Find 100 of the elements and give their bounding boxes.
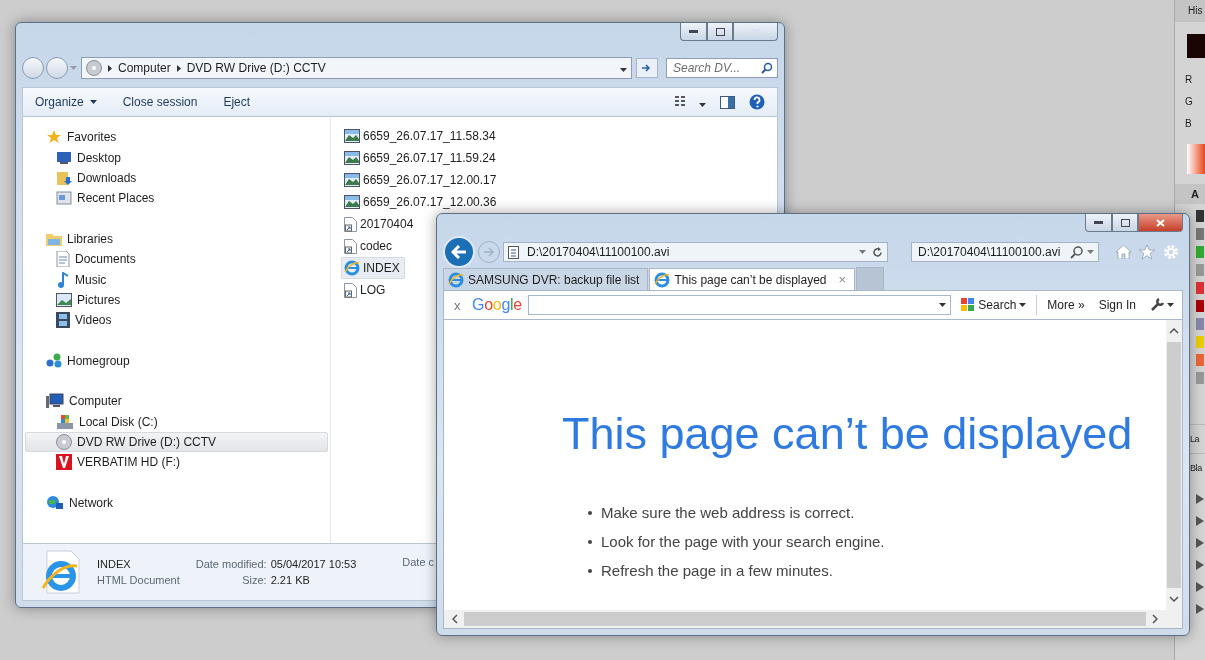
caret-icon bbox=[1019, 303, 1027, 307]
nav-group[interactable]: Network bbox=[25, 492, 328, 514]
toolbar-button[interactable]: Eject bbox=[223, 93, 251, 111]
drive-logo-icon bbox=[56, 454, 72, 471]
organize-menu[interactable]: Organize bbox=[35, 93, 97, 111]
expand-icon[interactable] bbox=[1196, 560, 1204, 570]
document-icon bbox=[56, 251, 70, 268]
file-item[interactable]: LOG bbox=[341, 279, 391, 301]
expand-icon[interactable] bbox=[1196, 516, 1204, 526]
forward-arrow-icon bbox=[483, 247, 495, 257]
nav-item[interactable]: Desktop bbox=[25, 147, 328, 168]
file-type: HTML Document bbox=[97, 574, 180, 586]
detail-label: Size: bbox=[241, 574, 267, 586]
search-field[interactable]: D:\20170404\11100100.avi bbox=[911, 242, 1099, 262]
bullet-text: Refresh the page in a few minutes. bbox=[601, 562, 833, 579]
caret-icon bbox=[859, 250, 866, 254]
more-button[interactable]: More » bbox=[1043, 298, 1089, 312]
image-file-icon bbox=[344, 129, 360, 143]
panel-header: A bbox=[1175, 184, 1205, 204]
search-input[interactable]: Search DV... bbox=[671, 60, 761, 76]
home-button[interactable] bbox=[1116, 244, 1131, 260]
file-item[interactable]: 6659_26.07.17_12.00.36 bbox=[341, 191, 502, 213]
forward-button[interactable] bbox=[46, 57, 68, 79]
refresh-icon bbox=[872, 246, 883, 258]
vertical-scrollbar[interactable] bbox=[1166, 320, 1182, 610]
shortcut-file-icon bbox=[344, 282, 357, 298]
close-toolbar-button[interactable]: x bbox=[448, 296, 466, 314]
google-logo: Google bbox=[472, 296, 522, 314]
new-tab-button[interactable] bbox=[856, 267, 885, 290]
nav-item[interactable]: Pictures bbox=[25, 289, 328, 311]
file-item[interactable]: 6659_26.07.17_11.59.24 bbox=[341, 147, 501, 169]
maximize-button[interactable] bbox=[707, 23, 733, 41]
settings-icon bbox=[1163, 244, 1179, 260]
minimize-button[interactable] bbox=[1085, 214, 1112, 232]
help-button[interactable] bbox=[749, 94, 765, 110]
nav-item[interactable]: Recent Places bbox=[25, 188, 328, 209]
nav-group[interactable]: Favorites bbox=[25, 127, 328, 148]
address-bar[interactable]: Computer DVD RW Drive (D:) CCTV bbox=[81, 57, 632, 79]
refresh-button[interactable] bbox=[636, 58, 658, 78]
sign-in-button[interactable]: Sign In bbox=[1094, 298, 1140, 312]
search-field[interactable]: Search DV... bbox=[666, 58, 778, 78]
expand-icon[interactable] bbox=[1196, 494, 1204, 504]
file-item[interactable]: codec bbox=[341, 235, 398, 257]
arrow-icon bbox=[176, 64, 181, 72]
maximize-button[interactable] bbox=[1112, 214, 1138, 232]
shortcut-file-icon bbox=[344, 238, 357, 254]
horizontal-scrollbar[interactable] bbox=[444, 610, 1166, 628]
bullet-icon bbox=[588, 568, 592, 573]
close-icon bbox=[751, 27, 760, 36]
detail-value: 05/04/2017 10:53 bbox=[270, 558, 357, 570]
view-options-button[interactable] bbox=[675, 94, 706, 110]
file-item[interactable]: 20170404 bbox=[341, 213, 419, 235]
help-icon bbox=[749, 94, 765, 110]
preview-pane-button[interactable] bbox=[720, 95, 735, 109]
search-button[interactable]: Search bbox=[957, 298, 1031, 312]
close-icon bbox=[1156, 218, 1165, 227]
channel-label: B bbox=[1185, 117, 1192, 129]
expand-icon[interactable] bbox=[1196, 582, 1204, 592]
nav-item[interactable]: DVD RW Drive (D:) CCTV bbox=[25, 431, 328, 453]
caret-icon bbox=[1167, 303, 1174, 307]
nav-group[interactable]: Libraries bbox=[25, 228, 328, 250]
star-icon bbox=[1139, 244, 1155, 260]
file-item[interactable]: INDEX bbox=[341, 257, 405, 279]
nav-item[interactable]: Music bbox=[25, 269, 328, 290]
search-input[interactable]: D:\20170404\11100100.avi bbox=[916, 244, 1066, 260]
nav-item[interactable]: Local Disk (C:) bbox=[25, 411, 328, 432]
browser-tab[interactable]: SAMSUNG DVR: backup file list bbox=[443, 268, 649, 290]
back-button[interactable] bbox=[22, 57, 44, 79]
close-button[interactable] bbox=[733, 23, 778, 41]
file-item[interactable]: 6659_26.07.17_12.00.17 bbox=[341, 169, 502, 191]
nav-item[interactable]: Documents bbox=[25, 249, 328, 270]
file-item[interactable]: 6659_26.07.17_11.58.34 bbox=[341, 125, 501, 147]
nav-item[interactable]: VERBATIM HD (F:) bbox=[25, 452, 328, 473]
browser-e-icon bbox=[448, 271, 464, 288]
expand-icon[interactable] bbox=[1196, 538, 1204, 548]
nav-item[interactable]: Videos bbox=[25, 310, 328, 331]
minimize-button[interactable] bbox=[680, 23, 707, 41]
breadcrumb[interactable]: DVD RW Drive (D:) CCTV bbox=[186, 61, 326, 75]
picture-icon bbox=[56, 293, 72, 308]
favorites-button[interactable] bbox=[1139, 244, 1155, 260]
close-button[interactable] bbox=[1138, 214, 1183, 232]
browser-tab[interactable]: This page can’t be displayed × bbox=[649, 268, 856, 290]
minimize-icon bbox=[1094, 221, 1103, 224]
panel-header: His bbox=[1175, 0, 1205, 22]
search-icon bbox=[1070, 245, 1083, 259]
expand-icon[interactable] bbox=[1196, 604, 1204, 614]
address-field[interactable]: D:\20170404\11100100.avi bbox=[503, 242, 888, 262]
nav-group[interactable]: Homegroup bbox=[25, 350, 328, 372]
address-input[interactable]: D:\20170404\11100100.avi bbox=[525, 244, 853, 260]
google-search-field[interactable] bbox=[527, 295, 952, 315]
shortcut-file-icon bbox=[344, 216, 357, 232]
maximize-icon bbox=[1120, 218, 1130, 227]
nav-item[interactable]: Downloads bbox=[25, 167, 328, 189]
settings-button[interactable] bbox=[1163, 244, 1179, 260]
close-tab-icon[interactable]: × bbox=[838, 272, 847, 287]
toolbar-button[interactable]: Close session bbox=[122, 93, 198, 111]
breadcrumb[interactable]: Computer bbox=[118, 61, 171, 75]
nav-group[interactable]: Computer bbox=[25, 391, 328, 412]
caret-icon bbox=[620, 68, 627, 72]
minimize-icon bbox=[689, 30, 698, 33]
